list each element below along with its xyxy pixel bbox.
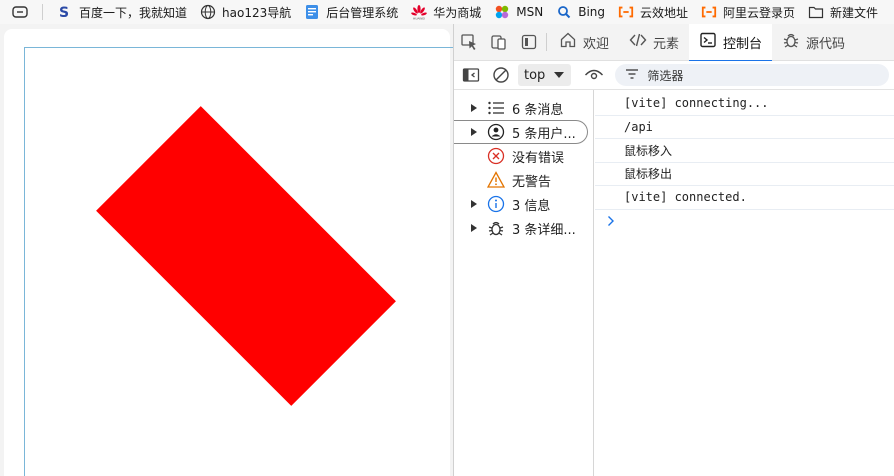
msn-icon — [494, 4, 510, 20]
console-toolbar: top 筛选器 — [454, 61, 894, 90]
home-icon — [559, 31, 577, 53]
bookmark-bing[interactable]: Bing — [550, 1, 612, 23]
context-label: top — [524, 67, 546, 83]
bookmark-aliyun-login[interactable]: 阿里云登录页 — [695, 1, 802, 23]
tab-label: 控制台 — [723, 36, 763, 52]
sidebar-item-label: 3 信息 — [512, 198, 551, 214]
expand-arrow-icon[interactable] — [468, 199, 480, 209]
expand-arrow-icon[interactable] — [468, 127, 480, 137]
tab-divider — [546, 33, 547, 51]
sidebar-item-warnings[interactable]: 无警告 — [454, 168, 593, 192]
chevron-down-icon — [553, 68, 565, 83]
aliyun-icon — [701, 4, 717, 20]
console-sidebar: 6 条消息 5 条用户... 没有错误 无警告 3 信息 3 条详细... — [454, 90, 594, 476]
sidebar-item-verbose[interactable]: 3 条详细... — [454, 216, 593, 240]
devtools-panel: 欢迎 元素 控制台 源代码 top 筛选器 6 条消息 5 条用户... 没有错… — [453, 23, 894, 476]
sidebar-item-label: 3 条详细... — [512, 222, 576, 238]
clear-console-icon[interactable] — [488, 63, 514, 87]
bookmark-label: 后台管理系统 — [326, 5, 399, 20]
aliyun-icon — [618, 4, 634, 20]
sidebar-item-label: 5 条用户... — [512, 126, 576, 142]
tab-sources[interactable]: 源代码 — [772, 24, 855, 61]
globe-icon — [200, 4, 216, 20]
devtools-tab-bar: 欢迎 元素 控制台 源代码 — [454, 23, 894, 62]
bookmark-label: 阿里云登录页 — [723, 5, 796, 20]
sidebar-item-errors[interactable]: 没有错误 — [454, 144, 593, 168]
bookmark-label: 新建文件 — [830, 5, 879, 20]
bookmarks-divider — [42, 4, 43, 20]
filter-input[interactable]: 筛选器 — [615, 64, 889, 86]
filter-label: 筛选器 — [647, 68, 684, 83]
console-body: 6 条消息 5 条用户... 没有错误 无警告 3 信息 3 条详细... [v… — [454, 90, 894, 476]
sidebar-item-messages[interactable]: 6 条消息 — [454, 96, 593, 120]
list-icon — [486, 98, 506, 118]
baidu-icon: S — [57, 4, 73, 20]
inspect-element-icon[interactable] — [454, 27, 484, 57]
bookmark-label: Bing — [578, 5, 606, 19]
console-output: [vite] connecting... /api 鼠标移入 鼠标移出 [vit… — [595, 90, 894, 476]
console-message[interactable]: 鼠标移入 — [595, 139, 894, 163]
device-toolbar-icon[interactable] — [484, 27, 514, 57]
sidebar-item-label: 6 条消息 — [512, 102, 564, 118]
bookmark-yunxiao[interactable]: 云效地址 — [612, 1, 695, 23]
tab-console[interactable]: 控制台 — [689, 23, 773, 62]
sidebar-item-info[interactable]: 3 信息 — [454, 192, 593, 216]
chevron-right-icon — [607, 215, 615, 230]
info-icon — [486, 194, 506, 214]
error-icon — [486, 146, 506, 166]
console-prompt[interactable] — [595, 210, 894, 236]
bookmark-admin-system[interactable]: 后台管理系统 — [298, 1, 405, 23]
expand-arrow-icon[interactable] — [468, 223, 480, 233]
live-expression-icon[interactable] — [581, 63, 607, 87]
tab-welcome[interactable]: 欢迎 — [549, 24, 619, 61]
page-viewport — [0, 24, 454, 476]
bookmark-label: MSN — [516, 5, 544, 19]
console-message[interactable]: /api — [595, 116, 894, 139]
bookmark-label: 百度一下，我就知道 — [79, 5, 188, 20]
sidebar-item-label: 无警告 — [512, 174, 552, 190]
tab-elements[interactable]: 元素 — [619, 24, 689, 61]
sidebar-item-user-messages[interactable]: 5 条用户... — [454, 120, 588, 144]
bookmark-msn[interactable]: MSN — [488, 1, 550, 23]
filter-icon — [625, 68, 639, 83]
user-icon — [486, 122, 506, 142]
bookmark-label: 华为商城 — [433, 5, 482, 20]
show-sidebar-icon[interactable] — [458, 63, 484, 87]
tab-label: 元素 — [653, 36, 680, 52]
code-icon — [629, 31, 647, 53]
console-icon — [699, 31, 717, 53]
context-selector[interactable]: top — [518, 64, 572, 86]
bookmark-hao123[interactable]: hao123导航 — [194, 1, 298, 23]
warning-icon — [486, 170, 506, 190]
bing-search-icon — [556, 4, 572, 20]
tab-label: 源代码 — [806, 36, 846, 52]
huawei-icon: HUAWEI — [411, 4, 428, 21]
bookmark-label: hao123导航 — [222, 5, 292, 20]
folder-icon — [808, 4, 824, 20]
sidebar-item-label: 没有错误 — [512, 150, 565, 166]
bug-icon — [782, 31, 800, 53]
web-page — [4, 29, 454, 476]
dock-side-icon[interactable] — [514, 27, 544, 57]
tab-label: 欢迎 — [583, 36, 610, 52]
expand-arrow-icon[interactable] — [468, 103, 480, 113]
bookmark-baidu[interactable]: S 百度一下，我就知道 — [51, 1, 194, 23]
doc-icon — [304, 4, 320, 20]
console-message[interactable]: 鼠标移出 — [595, 163, 894, 186]
console-message[interactable]: [vite] connected. — [595, 186, 894, 210]
bookmark-new-folder[interactable]: 新建文件 — [802, 1, 885, 23]
svg-text:HUAWEI: HUAWEI — [413, 17, 425, 21]
console-message[interactable]: [vite] connecting... — [595, 92, 894, 116]
svg-text:S: S — [59, 5, 69, 20]
verbose-bug-icon — [486, 218, 506, 238]
bookmark-huawei[interactable]: HUAWEI 华为商城 — [405, 1, 488, 23]
bookmarks-bar: S 百度一下，我就知道 hao123导航 后台管理系统 HUAWEI 华为商城 … — [0, 0, 894, 24]
bookmark-label: 云效地址 — [640, 5, 689, 20]
app-menu-icon[interactable] — [8, 2, 32, 22]
